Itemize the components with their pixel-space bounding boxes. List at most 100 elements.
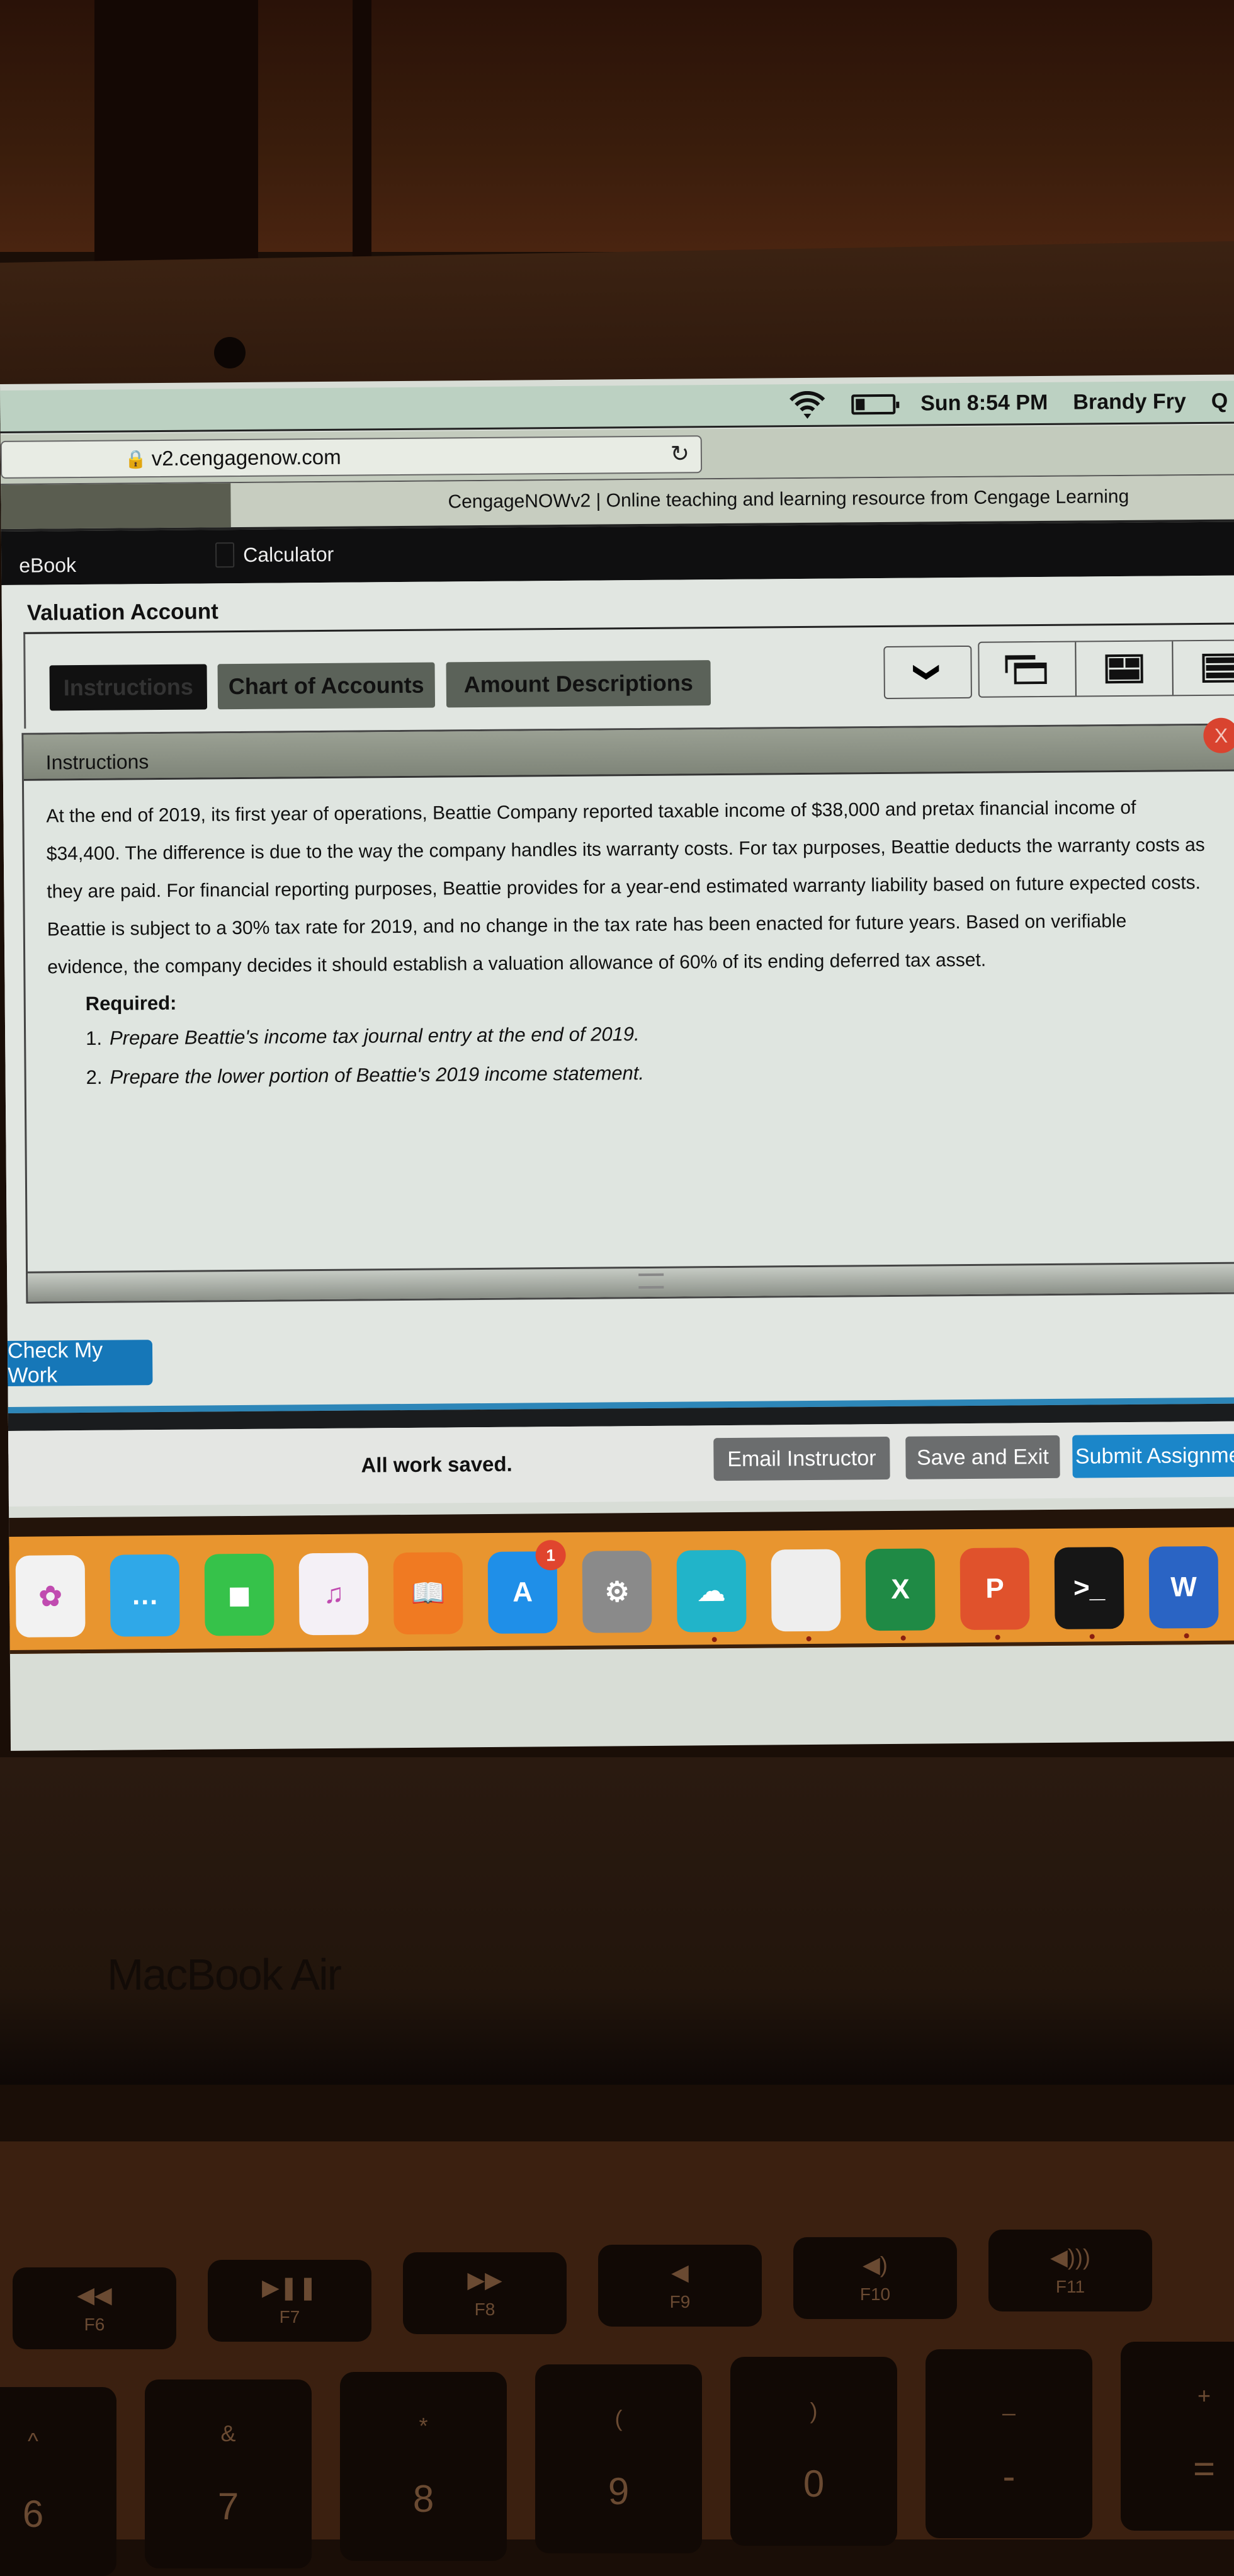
key-label: F7 xyxy=(279,2307,300,2327)
tab-amount-descriptions[interactable]: Amount Descriptions xyxy=(446,660,711,708)
key-f10[interactable]: ◀) F10 xyxy=(793,2237,957,2319)
menubar-clock[interactable]: Sun 8:54 PM xyxy=(920,390,1048,416)
dock-app-excel[interactable]: X xyxy=(865,1548,936,1641)
word-icon: W xyxy=(1170,1571,1197,1603)
notification-badge: 1 xyxy=(535,1540,566,1571)
dock-app-messages[interactable]: … xyxy=(110,1554,180,1637)
dock-app-cloud-app[interactable]: ☁ xyxy=(676,1549,747,1643)
instructions-panel: Instructions X At the end of 2019, its f… xyxy=(21,717,1234,1304)
dock-app-facetime[interactable]: ◼ xyxy=(204,1553,275,1636)
app-toolbar: eBook Calculator xyxy=(1,521,1234,585)
assignment-content: Valuation Account Instructions Chart of … xyxy=(1,575,1234,1507)
dock-app-powerpoint[interactable]: P xyxy=(959,1547,1030,1640)
dock-app-terminal[interactable]: >_ xyxy=(1054,1547,1124,1639)
key-f11[interactable]: ◀))) F11 xyxy=(988,2230,1152,2311)
key-symbol: 9 xyxy=(608,2470,630,2512)
ebook-link[interactable]: eBook xyxy=(19,554,76,578)
calculator-icon xyxy=(215,542,235,568)
dock-app-document[interactable] xyxy=(771,1549,841,1642)
required-label: Required: xyxy=(85,991,177,1015)
battery-icon[interactable] xyxy=(851,394,896,414)
key-shift-symbol: & xyxy=(220,2420,236,2446)
key-6[interactable]: ^ 6 xyxy=(0,2387,116,2576)
instructions-heading: Instructions xyxy=(45,750,149,774)
browser-tab-title[interactable]: CengageNOWv2 | Online teaching and learn… xyxy=(448,486,1129,513)
save-and-exit-button[interactable]: Save and Exit xyxy=(905,1435,1060,1479)
cascade-windows-icon xyxy=(1005,654,1049,684)
media-key-icon: ◀))) xyxy=(1050,2244,1090,2270)
key-label: F10 xyxy=(859,2284,891,2304)
media-key-icon: ▶▶ xyxy=(467,2267,502,2293)
menubar-user[interactable]: Brandy Fry xyxy=(1073,389,1186,414)
key-0[interactable]: ) 0 xyxy=(730,2357,897,2546)
system-preferences-icon: ⚙ xyxy=(604,1576,630,1608)
media-key-icon: ◀◀ xyxy=(77,2282,112,2308)
running-indicator xyxy=(806,1636,812,1642)
media-key-icon: ◀) xyxy=(863,2252,888,2277)
excel-icon: X xyxy=(891,1573,910,1605)
spotlight-search-icon[interactable]: Q xyxy=(1211,389,1228,414)
collapse-button[interactable]: ❯ xyxy=(883,645,972,699)
dock-app-books[interactable]: 📖 xyxy=(393,1552,463,1635)
key-f8[interactable]: ▶▶ F8 xyxy=(403,2252,567,2334)
powerpoint-icon: P xyxy=(985,1573,1004,1604)
photos-icon: ✿ xyxy=(38,1580,62,1612)
media-key-icon: ▶❚❚ xyxy=(261,2274,317,2300)
key-shift-symbol: _ xyxy=(1002,2390,1016,2416)
facetime-icon: ◼ xyxy=(227,1579,251,1610)
key--[interactable]: _ - xyxy=(926,2349,1092,2538)
required-list: 1. Prepare Beattie's income tax journal e… xyxy=(86,1023,644,1105)
lock-icon: 🔒 xyxy=(124,448,147,469)
dock-app-word[interactable]: W xyxy=(1148,1546,1219,1639)
key-label: F8 xyxy=(474,2300,495,2319)
tab-chart-of-accounts[interactable]: Chart of Accounts xyxy=(217,662,436,710)
cascade-view-button[interactable] xyxy=(979,642,1077,697)
dock-app-photos[interactable]: ✿ xyxy=(15,1555,86,1638)
key-8[interactable]: * 8 xyxy=(340,2372,507,2561)
key-shift-symbol: + xyxy=(1197,2382,1211,2408)
key-f6[interactable]: ◀◀ F6 xyxy=(13,2267,176,2349)
check-my-work-button[interactable]: Check My Work xyxy=(8,1338,153,1388)
browser-tab-inactive[interactable] xyxy=(1,483,231,529)
reload-icon[interactable]: ↻ xyxy=(671,440,690,467)
url-text[interactable]: v2.cengagenow.com xyxy=(152,445,341,470)
dock-app-itunes[interactable]: ♫ xyxy=(298,1553,369,1636)
macos-menubar: Sun 8:54 PM Brandy Fry Q xyxy=(0,380,1234,433)
key-7[interactable]: & 7 xyxy=(145,2379,312,2568)
instructions-panel-header: Instructions xyxy=(23,725,1234,781)
webcam xyxy=(214,337,246,368)
cloud-app-icon: ☁ xyxy=(697,1575,726,1607)
save-status: All work saved. xyxy=(361,1452,512,1477)
key-label: F11 xyxy=(1055,2277,1085,2296)
messages-icon: … xyxy=(130,1580,159,1611)
key-f7[interactable]: ▶❚❚ F7 xyxy=(208,2260,371,2342)
key-shift-symbol: ^ xyxy=(28,2427,38,2454)
submit-assignment-button[interactable]: Submit Assignment xyxy=(1072,1433,1234,1478)
key-symbol: 0 xyxy=(803,2462,825,2505)
key-=[interactable]: + = xyxy=(1121,2342,1234,2531)
address-bar[interactable]: 🔒 v2.cengagenow.com ↻ xyxy=(0,435,703,479)
wifi-icon[interactable] xyxy=(788,390,826,419)
resize-grip-icon[interactable] xyxy=(638,1273,664,1289)
key-shift-symbol: ) xyxy=(810,2397,818,2424)
key-symbol: = xyxy=(1192,2447,1216,2490)
key-shift-symbol: * xyxy=(419,2412,428,2439)
key-9[interactable]: (9 xyxy=(535,2364,702,2553)
email-instructor-button[interactable]: Email Instructor xyxy=(713,1436,890,1481)
stacked-view-button[interactable] xyxy=(1173,641,1234,695)
dock-app-system-preferences[interactable]: ⚙ xyxy=(582,1550,652,1633)
panel-resize-bar[interactable] xyxy=(28,1262,1234,1302)
key-f9[interactable]: ◀ F9 xyxy=(598,2245,762,2327)
calculator-link[interactable]: Calculator xyxy=(215,542,334,568)
key-shift-symbol: ( xyxy=(614,2405,623,2431)
grid-view-button[interactable] xyxy=(1076,641,1174,696)
key-label: F9 xyxy=(669,2292,691,2311)
media-key-icon: ◀ xyxy=(671,2259,689,2285)
dock-app-app-store[interactable]: A1 xyxy=(487,1540,566,1634)
tab-instructions[interactable]: Instructions xyxy=(49,664,208,711)
macbook-air-label: MacBook Air xyxy=(107,1950,342,1999)
running-indicator xyxy=(900,1635,906,1641)
running-indicator xyxy=(711,1637,717,1643)
page-title: Valuation Account xyxy=(26,599,219,625)
room-background xyxy=(0,0,1234,315)
